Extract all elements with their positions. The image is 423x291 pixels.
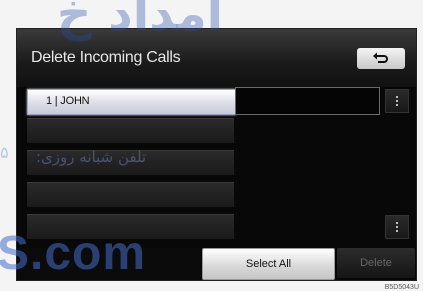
scrollbar[interactable] xyxy=(385,87,409,245)
watermark-digit: ۵ xyxy=(0,143,9,162)
call-detail-panel xyxy=(235,87,380,115)
footer-spacer xyxy=(17,248,200,280)
scroll-up-icon xyxy=(396,96,398,106)
scroll-down-button[interactable] xyxy=(385,215,409,239)
display-screen: Delete Incoming Calls 1 | JOHN Select Al… xyxy=(16,28,417,281)
back-button[interactable] xyxy=(357,48,405,69)
header-bar: Delete Incoming Calls xyxy=(17,29,416,87)
delete-button[interactable]: Delete xyxy=(337,248,415,278)
list-item-call-2[interactable] xyxy=(27,118,234,143)
page-title: Delete Incoming Calls xyxy=(31,49,181,66)
call-label: 1 | JOHN xyxy=(46,95,90,107)
list-item-call-4[interactable] xyxy=(27,182,234,207)
list-item-call-5[interactable] xyxy=(27,214,234,239)
image-code: B5D5043U xyxy=(384,284,419,291)
scroll-up-button[interactable] xyxy=(385,89,409,113)
return-arrow-icon xyxy=(373,52,388,63)
select-all-button[interactable]: Select All xyxy=(202,248,335,280)
list-item-call-3[interactable] xyxy=(27,150,234,175)
list-item-call-1[interactable]: 1 | JOHN xyxy=(27,89,236,115)
scroll-down-icon xyxy=(396,222,398,232)
